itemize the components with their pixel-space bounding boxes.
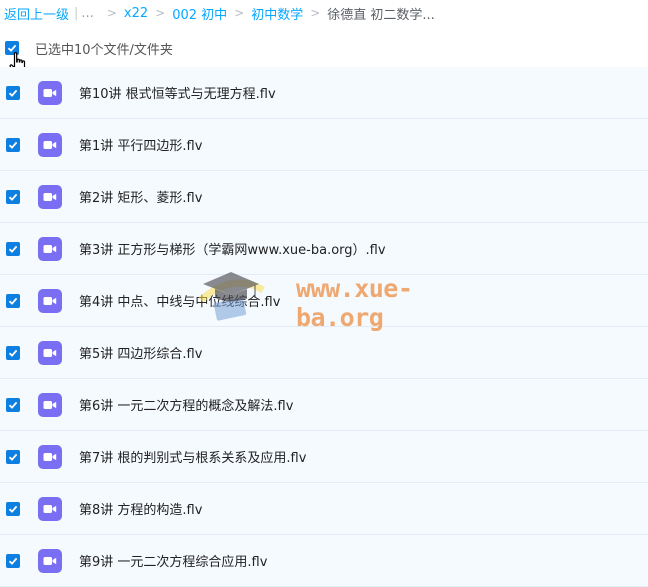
file-name[interactable]: 第5讲 四边形综合.flv xyxy=(79,343,202,362)
file-name[interactable]: 第2讲 矩形、菱形.flv xyxy=(79,187,202,206)
check-icon xyxy=(8,557,18,565)
file-row[interactable]: 第10讲 根式恒等式与无理方程.flv xyxy=(0,67,648,119)
file-row[interactable]: 第7讲 根的判别式与根系关系及应用.flv xyxy=(0,431,648,483)
file-checkbox[interactable] xyxy=(6,501,20,516)
breadcrumb-item-math[interactable]: 初中数学 xyxy=(251,4,303,23)
selection-count-label: 已选中10个文件/文件夹 xyxy=(35,42,173,58)
check-icon xyxy=(8,297,18,305)
video-file-icon xyxy=(38,340,62,365)
selection-bar: 已选中10个文件/文件夹 xyxy=(0,34,648,62)
file-name[interactable]: 第1讲 平行四边形.flv xyxy=(79,135,202,154)
breadcrumb-item-x22[interactable]: x22 xyxy=(124,6,148,21)
file-name[interactable]: 第6讲 一元二次方程的概念及解法.flv xyxy=(79,395,293,414)
file-name[interactable]: 第10讲 根式恒等式与无理方程.flv xyxy=(79,83,276,102)
breadcrumb-ellipsis[interactable]: ... xyxy=(81,6,93,21)
breadcrumb-item-middle-school[interactable]: 002 初中 xyxy=(172,4,227,23)
video-file-icon xyxy=(38,392,62,417)
video-file-icon xyxy=(38,496,62,521)
file-row[interactable]: 第6讲 一元二次方程的概念及解法.flv xyxy=(0,379,648,431)
file-checkbox[interactable] xyxy=(6,293,20,308)
file-row[interactable]: 第3讲 正方形与梯形（学霸网www.xue-ba.org）.flv xyxy=(0,223,648,275)
check-icon xyxy=(8,505,18,513)
file-checkbox[interactable] xyxy=(6,189,20,204)
file-checkbox[interactable] xyxy=(6,85,20,100)
file-row[interactable]: 第1讲 平行四边形.flv xyxy=(0,119,648,171)
file-checkbox[interactable] xyxy=(6,397,20,412)
file-checkbox[interactable] xyxy=(6,553,20,568)
file-checkbox[interactable] xyxy=(6,137,20,152)
video-file-icon xyxy=(38,132,62,157)
file-row[interactable]: 第9讲 一元二次方程综合应用.flv xyxy=(0,535,648,587)
chevron-right-icon: > xyxy=(155,6,166,20)
check-icon xyxy=(8,401,18,409)
check-icon xyxy=(8,89,18,97)
video-file-icon xyxy=(38,80,62,105)
video-file-icon xyxy=(38,288,62,313)
file-name[interactable]: 第8讲 方程的构造.flv xyxy=(79,499,202,518)
check-icon xyxy=(8,453,18,461)
back-link[interactable]: 返回上一级 xyxy=(0,4,69,23)
file-checkbox[interactable] xyxy=(6,241,20,256)
video-file-icon xyxy=(38,184,62,209)
file-name[interactable]: 第7讲 根的判别式与根系关系及应用.flv xyxy=(79,447,306,466)
video-file-icon xyxy=(38,548,62,573)
file-checkbox[interactable] xyxy=(6,449,20,464)
file-row[interactable]: 第4讲 中点、中线与中位线综合.flv xyxy=(0,275,648,327)
file-row[interactable]: 第2讲 矩形、菱形.flv xyxy=(0,171,648,223)
file-name[interactable]: 第4讲 中点、中线与中位线综合.flv xyxy=(79,291,280,310)
check-icon xyxy=(8,349,18,357)
file-list: 第10讲 根式恒等式与无理方程.flv 第1讲 平行四边形.flv 第2讲 矩形… xyxy=(0,67,648,587)
chevron-right-icon: > xyxy=(310,6,321,20)
check-icon xyxy=(8,141,18,149)
breadcrumb-current: 徐德直 初二数学... xyxy=(327,7,435,23)
file-row[interactable]: 第8讲 方程的构造.flv xyxy=(0,483,648,535)
chevron-right-icon: > xyxy=(234,6,245,20)
divider: | xyxy=(74,5,79,21)
file-row[interactable]: 第5讲 四边形综合.flv xyxy=(0,327,648,379)
check-icon xyxy=(8,245,18,253)
video-file-icon xyxy=(38,444,62,469)
file-name[interactable]: 第9讲 一元二次方程综合应用.flv xyxy=(79,551,267,570)
breadcrumb: 返回上一级 | ... > x22 > 002 初中 > 初中数学 > 徐德直 … xyxy=(0,0,648,26)
chevron-right-icon: > xyxy=(106,6,117,20)
file-name[interactable]: 第3讲 正方形与梯形（学霸网www.xue-ba.org）.flv xyxy=(79,239,386,258)
video-file-icon xyxy=(38,236,62,261)
file-checkbox[interactable] xyxy=(6,345,20,360)
check-icon xyxy=(8,193,18,201)
